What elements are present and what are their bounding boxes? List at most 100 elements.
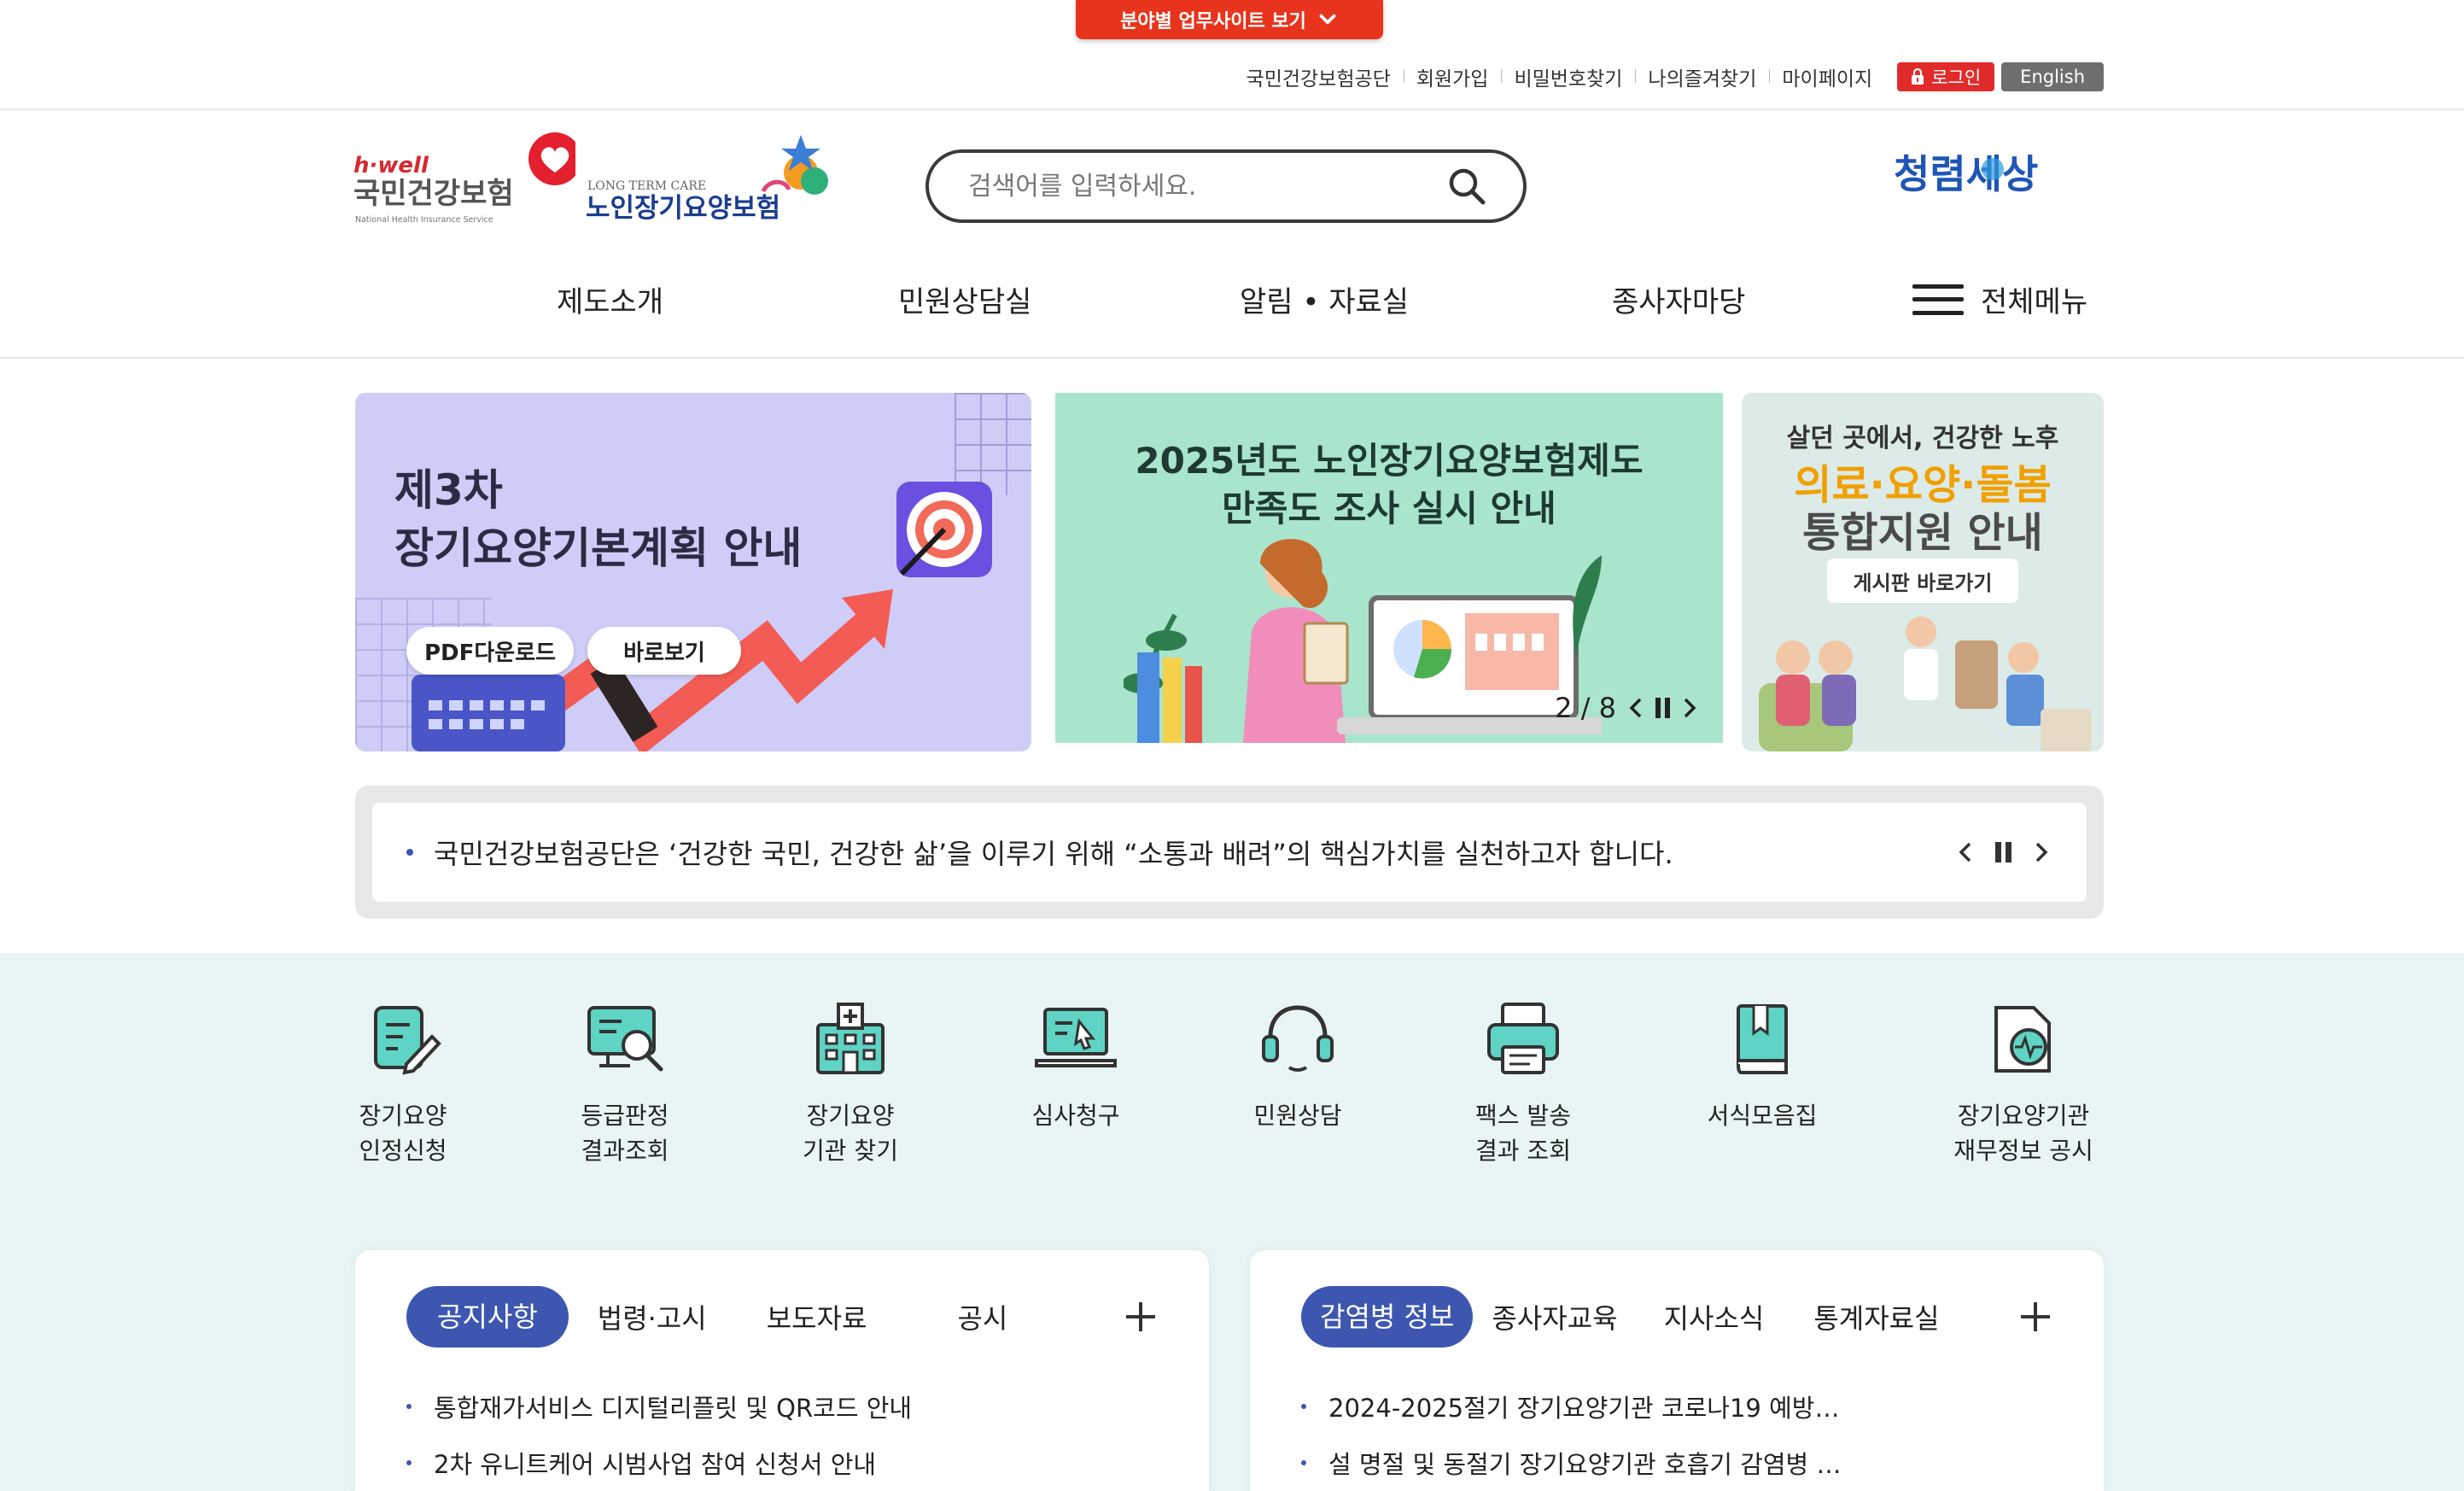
more-plus-icon[interactable] [2018, 1300, 2052, 1334]
util-link-signup[interactable]: 회원가입 [1403, 62, 1502, 91]
gnb-item-civil-counseling[interactable]: 민원상담실 [898, 278, 1031, 320]
utility-nav: 국민건강보험공단 회원가입 비밀번호찾기 나의즐겨찾기 마이페이지 로그인 En… [1234, 60, 2104, 94]
next-arrow-icon[interactable] [2030, 839, 2052, 865]
gnb-item-worker-yard[interactable]: 종사자마당 [1612, 278, 1745, 320]
util-link-favorites[interactable]: 나의즐겨찾기 [1635, 62, 1769, 91]
ltc-logo-en-text: LONG TERM CARE [587, 179, 706, 193]
field-site-dropdown-button[interactable]: 분야별 업무사이트 보기 [1076, 0, 1383, 39]
english-button[interactable]: English [2001, 62, 2104, 91]
view-button[interactable]: 바로보기 [587, 627, 741, 675]
care-illustration [1759, 617, 2092, 751]
gnb-divider [0, 357, 2464, 359]
board-tabs: 공지사항 법령·고시 보도자료 공시 [406, 1286, 1158, 1348]
quick-item-label: 팩스 발송 결과 조회 [1475, 1102, 1571, 1165]
field-site-label: 분야별 업무사이트 보기 [1120, 11, 1306, 32]
calendar-icon [412, 675, 565, 751]
quick-item-civil-consult[interactable]: 민원상담 [1195, 996, 1400, 1133]
hamburger-icon [1912, 284, 1964, 315]
quick-item-review-claim[interactable]: 심사청구 [973, 996, 1178, 1133]
gnb-item-notice-archive[interactable]: 알림 • 자료실 [1240, 278, 1409, 320]
tab-worker-education[interactable]: 종사자교육 [1492, 1297, 1617, 1336]
banner-subtitle: 살던 곳에서, 건강한 노후 [1786, 424, 2059, 453]
notice-controls [1954, 839, 2052, 865]
banner-title-line: 만족도 조사 실시 안내 [1222, 488, 1556, 529]
quick-item-label: 민원상담 [1253, 1102, 1342, 1130]
more-plus-icon[interactable] [1124, 1300, 1158, 1334]
util-link-nhis[interactable]: 국민건강보험공단 [1234, 62, 1404, 91]
nhis-logo[interactable]: h·well 국민건강보험 National Health Insurance … [353, 128, 575, 231]
tab-statistics[interactable]: 통계자료실 [1813, 1297, 1939, 1336]
ltc-logo[interactable]: LONG TERM CARE 노인장기요양보험 [581, 128, 837, 231]
quick-item-label: 심사청구 [1031, 1102, 1120, 1130]
hospital-building-icon [816, 1003, 885, 1074]
next-arrow-icon[interactable] [1682, 696, 1697, 720]
quick-item-label: 장기요양 인정신청 [359, 1102, 447, 1165]
util-link-find-password[interactable]: 비밀번호찾기 [1501, 62, 1635, 91]
board-shortcut-button[interactable]: 게시판 바로가기 [1827, 558, 2018, 603]
banner-title-line: 2025년도 노인장기요양보험제도 [1135, 440, 1644, 482]
quick-item-label: 서식모음집 [1707, 1102, 1818, 1130]
list-item-title: 설 명절 및 동절기 장기요양기관 호흡기 감염병 … [1328, 1450, 1842, 1479]
quick-item-application[interactable]: 장기요양 인정신청 [301, 996, 505, 1168]
board-panel-notice: 공지사항 법령·고시 보도자료 공시 통합재가서비스 디지털리플릿 및 QR코드… [355, 1250, 1209, 1491]
board-tabs: 감염병 정보 종사자교육 지사소식 통계자료실 [1301, 1286, 2052, 1348]
banner-title-line: 제3차 [394, 465, 503, 515]
banner-title: 통합지원 안내 [1802, 509, 2043, 557]
tab-press-release[interactable]: 보도자료 [767, 1297, 867, 1336]
util-link-mypage[interactable]: 마이페이지 [1769, 62, 1885, 91]
rolling-notice: 국민건강보험공단은 ‘건강한 국민, 건강한 삶’을 이루기 위해 “소통과 배… [355, 786, 2104, 919]
quick-item-label: 장기요양 기관 찾기 [803, 1102, 898, 1165]
nhis-logo-text: 국민건강보험 [353, 177, 514, 211]
list-item-title: 2차 유니트케어 시범사업 참여 신청서 안내 [434, 1450, 877, 1479]
quick-item-forms[interactable]: 서식모음집 [1660, 996, 1865, 1133]
quick-item-label: 장기요양기관 재무정보 공시 [1953, 1102, 2093, 1165]
banner-satisfaction-survey[interactable]: 2025년도 노인장기요양보험제도 만족도 조사 실시 안내 2 / 8 [1055, 393, 1723, 743]
board-panel-infection: 감염병 정보 종사자교육 지사소식 통계자료실 2024-2025절기 장기요양… [1250, 1250, 2104, 1491]
bullet-icon [406, 1404, 412, 1409]
laptop-cursor-icon [1035, 1008, 1117, 1067]
quick-item-label: 등급판정 결과조회 [581, 1102, 669, 1165]
quick-item-fax-result[interactable]: 팩스 발송 결과 조회 [1421, 996, 1626, 1168]
banner-pager: 2 / 8 [1555, 692, 1697, 724]
rolling-notice-inner: 국민건강보험공단은 ‘건강한 국민, 건강한 삶’을 이루기 위해 “소통과 배… [372, 803, 2087, 902]
headset-icon [1262, 1005, 1334, 1072]
banner-page-indicator: 2 / 8 [1555, 692, 1616, 724]
main-navigation: 제도소개 민원상담실 알림 • 자료실 종사자마당 전체메뉴 [0, 278, 2464, 330]
rolling-notice-text[interactable]: 국민건강보험공단은 ‘건강한 국민, 건강한 삶’을 이루기 위해 “소통과 배… [434, 833, 1954, 872]
list-item[interactable]: 2차 유니트케어 시범사업 참여 신청서 안내 [406, 1435, 1158, 1491]
banner-long-term-plan[interactable]: 제3차 장기요양기본계획 안내 PDF다운로드 바로보기 [355, 393, 1031, 751]
list-item[interactable]: 통합재가서비스 디지털리플릿 및 QR코드 안내 [406, 1378, 1158, 1435]
banner-title-line: 장기요양기본계획 안내 [394, 523, 803, 573]
clean-world-logo[interactable]: 청렴세상 [1894, 135, 2105, 212]
login-button[interactable]: 로그인 [1897, 62, 1995, 91]
gnb-item-system-intro[interactable]: 제도소개 [557, 278, 663, 320]
chevron-down-icon [1319, 14, 1336, 25]
tab-notice[interactable]: 공지사항 [406, 1286, 569, 1348]
ltc-logo-text: 노인장기요양보험 [586, 193, 780, 224]
nhis-logo-en-text: National Health Insurance Service [355, 215, 493, 225]
monitor-search-icon [587, 1006, 663, 1072]
search-bar [925, 149, 1527, 223]
search-icon[interactable] [1446, 166, 1487, 207]
prev-arrow-icon[interactable] [1954, 839, 1976, 865]
quick-item-find-institution[interactable]: 장기요양 기관 찾기 [748, 996, 953, 1168]
list-item[interactable]: 설 명절 및 동절기 장기요양기관 호흡기 감염병 … [1301, 1435, 2052, 1491]
prev-arrow-icon[interactable] [1628, 696, 1644, 720]
bullet-icon [406, 1460, 412, 1465]
pdf-download-button[interactable]: PDF다운로드 [406, 627, 574, 675]
list-item[interactable]: 2024-2025절기 장기요양기관 코로나19 예방… [1301, 1378, 2052, 1435]
banner-title: 제3차 장기요양기본계획 안내 [394, 461, 802, 577]
fax-printer-icon [1487, 1003, 1559, 1074]
pause-icon[interactable] [1655, 698, 1670, 718]
document-chart-icon [1994, 1006, 2051, 1073]
tab-branch-news[interactable]: 지사소식 [1664, 1297, 1765, 1336]
tab-disclosure[interactable]: 공시 [957, 1297, 1007, 1336]
pause-icon[interactable] [1995, 842, 2011, 862]
tab-infection-info[interactable]: 감염병 정보 [1301, 1286, 1474, 1348]
all-menu-button[interactable]: 전체메뉴 [1912, 278, 2087, 320]
banner-integrated-care[interactable]: 살던 곳에서, 건강한 노후 의료·요양·돌봄 통합지원 안내 게시판 바로가기 [1742, 393, 2104, 751]
quick-item-grade-result[interactable]: 등급판정 결과조회 [523, 996, 727, 1168]
quick-item-financial-disclosure[interactable]: 장기요양기관 재무정보 공시 [1921, 996, 2126, 1168]
tab-law-announcement[interactable]: 법령·고시 [598, 1297, 707, 1336]
search-input[interactable] [968, 171, 1446, 202]
